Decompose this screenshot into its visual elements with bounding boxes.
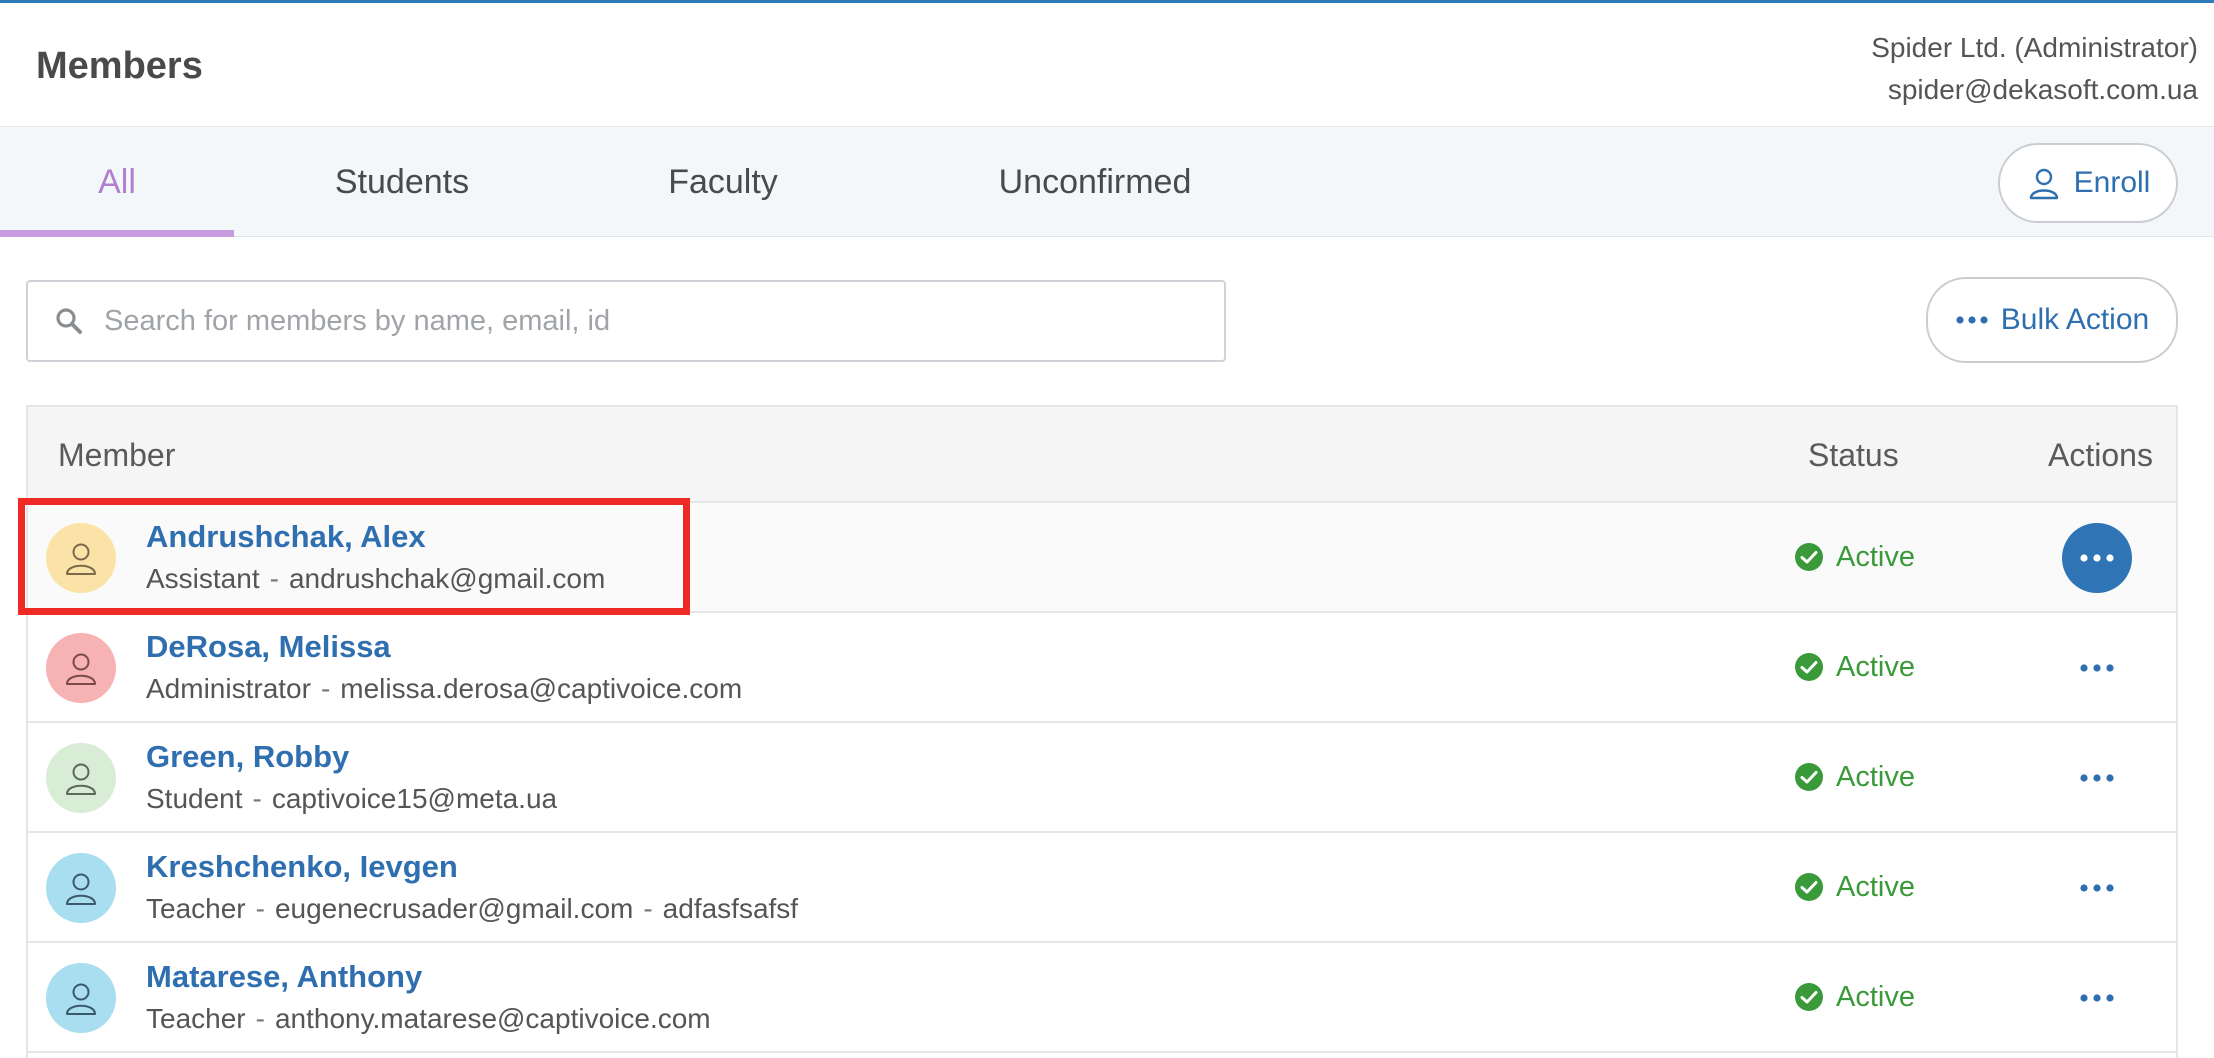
- person-icon: [66, 543, 96, 575]
- status-text: Active: [1836, 650, 1915, 683]
- page-header: Members Spider Ltd. (Administrator) spid…: [0, 3, 2214, 127]
- search-icon: [54, 306, 84, 336]
- table-row[interactable]: Andrushchak, Alex Assistant - andrushchak@…: [28, 503, 2176, 613]
- status-text: Active: [1836, 540, 1915, 573]
- member-name-link[interactable]: Green, Robby: [146, 739, 349, 775]
- ellipsis-icon: [2080, 664, 2114, 672]
- member-details: Student - captivoice15@meta.ua: [146, 783, 557, 815]
- table-header: Member Status Actions: [28, 407, 2176, 503]
- column-header-member[interactable]: Member: [58, 407, 175, 503]
- check-circle-icon: [1795, 543, 1823, 571]
- row-actions-button[interactable]: [2062, 633, 2132, 703]
- column-header-actions: Actions: [2048, 437, 2153, 473]
- tab-all[interactable]: All: [0, 127, 234, 237]
- status-badge: Active: [1794, 943, 1915, 1051]
- row-actions-button[interactable]: [2062, 743, 2132, 813]
- row-actions-button[interactable]: [2062, 853, 2132, 923]
- ellipsis-icon: [2080, 994, 2114, 1002]
- avatar: [46, 523, 116, 593]
- status-text: Active: [1836, 870, 1915, 903]
- check-circle-icon: [1795, 983, 1823, 1011]
- member-role: Teacher: [146, 1003, 246, 1034]
- ellipsis-icon: [2080, 884, 2114, 892]
- member-email: eugenecrusader@gmail.com: [274, 893, 634, 924]
- account-email: spider@dekasoft.com.ua: [1887, 74, 2198, 105]
- enroll-label: Enroll: [2073, 166, 2151, 199]
- ellipsis-icon: [1956, 316, 1988, 324]
- row-actions-button[interactable]: [2062, 963, 2132, 1033]
- bulk-action-label: Bulk Action: [2000, 303, 2150, 336]
- person-icon: [66, 873, 96, 905]
- avatar: [46, 633, 116, 703]
- member-email: captivoice15@meta.ua: [271, 783, 558, 814]
- bulk-action-button[interactable]: Bulk Action: [1926, 277, 2178, 363]
- status-badge: Active: [1794, 503, 1915, 611]
- status-text: Active: [1836, 760, 1915, 793]
- page-title: Members: [36, 45, 203, 87]
- check-circle-icon: [1795, 873, 1823, 901]
- search-box[interactable]: [26, 280, 1226, 362]
- person-icon: [66, 763, 96, 795]
- account-name: Spider Ltd. (Administrator): [1871, 32, 2198, 63]
- user-icon: [2029, 168, 2058, 200]
- member-name-link[interactable]: DeRosa, Melissa: [146, 629, 391, 665]
- tab-unconfirmed[interactable]: Unconfirmed: [960, 127, 1230, 237]
- member-email: anthony.matarese@captivoice.com: [274, 1003, 711, 1034]
- members-table: Member Status Actions Andrushchak, Alex …: [26, 405, 2178, 1058]
- column-header-status[interactable]: Status: [1808, 407, 1899, 503]
- avatar: [46, 743, 116, 813]
- member-tabs: All Students Faculty Unconfirmed: [0, 127, 2214, 237]
- search-input[interactable]: [104, 304, 1184, 338]
- account-info[interactable]: Spider Ltd. (Administrator) spider@dekas…: [1871, 27, 2198, 111]
- member-details: Assistant - andrushchak@gmail.com: [146, 563, 605, 595]
- avatar: [46, 963, 116, 1033]
- row-actions-button[interactable]: [2062, 523, 2132, 593]
- separator: -: [643, 893, 653, 924]
- member-details: Teacher - anthony.matarese@captivoice.com: [146, 1003, 711, 1035]
- tab-students[interactable]: Students: [300, 127, 504, 237]
- table-row[interactable]: Kreshchenko, Ievgen Teacher - eugenecrusad…: [28, 833, 2176, 943]
- separator: -: [320, 673, 331, 704]
- separator: -: [255, 893, 265, 924]
- check-circle-icon: [1795, 763, 1823, 791]
- member-role: Administrator: [146, 673, 311, 704]
- status-badge: Active: [1794, 723, 1915, 831]
- tab-faculty[interactable]: Faculty: [640, 127, 806, 237]
- member-name-link[interactable]: Matarese, Anthony: [146, 959, 422, 995]
- member-role: Teacher: [146, 893, 246, 924]
- enroll-button[interactable]: Enroll: [1998, 143, 2178, 223]
- member-name-link[interactable]: Andrushchak, Alex: [146, 519, 426, 555]
- status-badge: Active: [1794, 613, 1915, 721]
- status-text: Active: [1836, 980, 1915, 1013]
- avatar: [46, 853, 116, 923]
- separator: -: [252, 783, 262, 814]
- table-row[interactable]: DeRosa, Melissa Administrator - melissa.de…: [28, 613, 2176, 723]
- check-circle-icon: [1795, 653, 1823, 681]
- member-extra: adfasfsafsf: [662, 893, 799, 924]
- separator: -: [269, 563, 279, 594]
- ellipsis-icon: [2080, 554, 2114, 562]
- member-role: Student: [146, 783, 243, 814]
- separator: -: [255, 1003, 265, 1034]
- ellipsis-icon: [2080, 774, 2114, 782]
- member-email: andrushchak@gmail.com: [288, 563, 606, 594]
- member-role: Assistant: [146, 563, 260, 594]
- table-row[interactable]: Green, Robby Student - captivoice15@meta.u…: [28, 723, 2176, 833]
- member-email: melissa.derosa@captivoice.com: [340, 673, 743, 704]
- table-row[interactable]: Matarese, Anthony Teacher - anthony.matare…: [28, 943, 2176, 1053]
- person-icon: [66, 983, 96, 1015]
- member-details: Administrator - melissa.derosa@captivoice.…: [146, 673, 742, 705]
- member-details: Teacher - eugenecrusader@gmail.com - adfasfs…: [146, 893, 798, 925]
- status-badge: Active: [1794, 833, 1915, 941]
- person-icon: [66, 653, 96, 685]
- member-name-link[interactable]: Kreshchenko, Ievgen: [146, 849, 458, 885]
